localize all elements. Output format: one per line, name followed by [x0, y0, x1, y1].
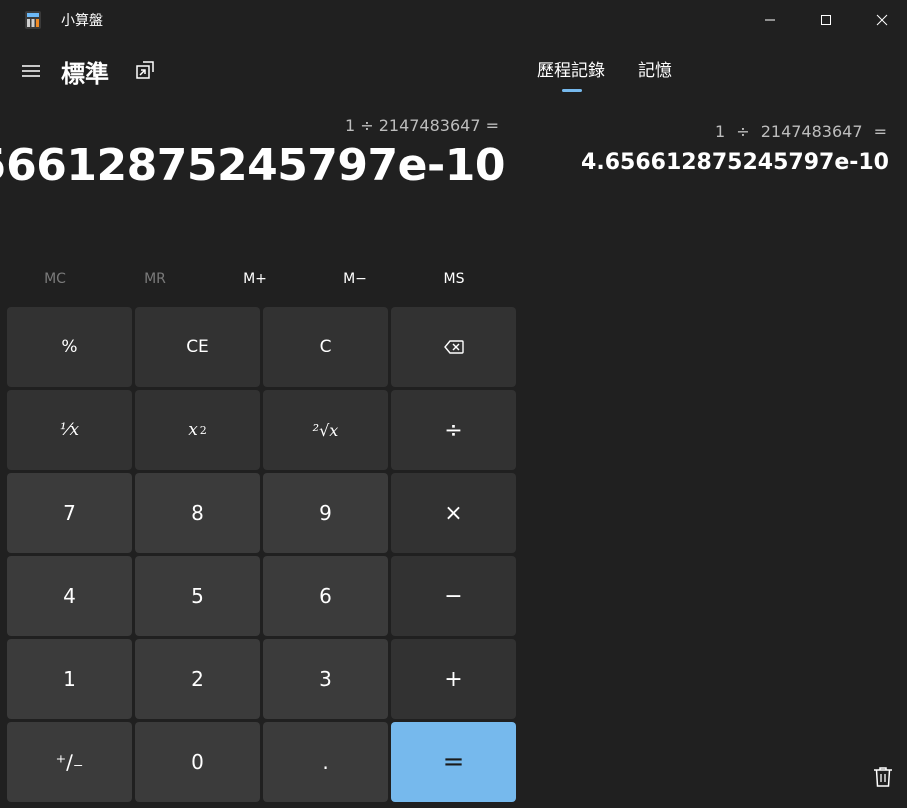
- close-button[interactable]: [854, 0, 907, 40]
- number-8-button[interactable]: 8: [135, 473, 260, 553]
- clear-button[interactable]: C: [263, 307, 388, 387]
- clear-entry-button[interactable]: CE: [135, 307, 260, 387]
- negate-button[interactable]: ⁺∕₋: [7, 722, 132, 802]
- square-base-label: x: [188, 420, 198, 440]
- square-button[interactable]: x2: [135, 390, 260, 470]
- mode-title: 標準: [61, 60, 109, 88]
- minus-button[interactable]: −: [391, 556, 516, 636]
- maximize-button[interactable]: [798, 0, 854, 40]
- active-tab-indicator: [562, 89, 582, 92]
- memory-store-button[interactable]: MS: [404, 262, 504, 296]
- keep-on-top-icon: [136, 61, 154, 79]
- hamburger-icon: [22, 65, 40, 77]
- number-1-button[interactable]: 1: [7, 639, 132, 719]
- navigation-menu-button[interactable]: [16, 56, 46, 86]
- minimize-icon: [765, 19, 775, 21]
- backspace-icon: [443, 340, 464, 354]
- history-item-expression[interactable]: 1 ÷ 2147483647 =: [715, 122, 887, 141]
- number-2-button[interactable]: 2: [135, 639, 260, 719]
- calculator-window: 小算盤 標準 1 ÷ 2147483647 = 4.65661287524579…: [0, 0, 907, 808]
- tab-memory[interactable]: 記憶: [638, 56, 672, 81]
- result-display: 4.656612875245797e-10: [0, 140, 506, 191]
- title-bar: 小算盤: [0, 0, 907, 40]
- number-4-button[interactable]: 4: [7, 556, 132, 636]
- memory-recall-button[interactable]: MR: [105, 262, 205, 296]
- memory-clear-button[interactable]: MC: [5, 262, 105, 296]
- square-exponent-label: 2: [199, 423, 207, 437]
- trash-icon: [874, 767, 892, 787]
- square-root-label: ²√x: [312, 420, 339, 440]
- number-3-button[interactable]: 3: [263, 639, 388, 719]
- divide-button[interactable]: ÷: [391, 390, 516, 470]
- reciprocal-label: ⅟x: [59, 420, 80, 440]
- reciprocal-button[interactable]: ⅟x: [7, 390, 132, 470]
- square-root-button[interactable]: ²√x: [263, 390, 388, 470]
- equals-button[interactable]: =: [391, 722, 516, 802]
- app-title: 小算盤: [61, 13, 103, 29]
- memory-add-button[interactable]: M+: [205, 262, 305, 296]
- number-7-button[interactable]: 7: [7, 473, 132, 553]
- maximize-icon: [821, 15, 831, 25]
- backspace-button[interactable]: [391, 307, 516, 387]
- history-item-result[interactable]: 4.656612875245797e-10: [581, 150, 889, 175]
- expression-display: 1 ÷ 2147483647 =: [344, 116, 499, 135]
- decimal-button[interactable]: .: [263, 722, 388, 802]
- number-6-button[interactable]: 6: [263, 556, 388, 636]
- clear-history-button[interactable]: [870, 764, 896, 790]
- multiply-button[interactable]: ×: [391, 473, 516, 553]
- memory-subtract-button[interactable]: M−: [305, 262, 405, 296]
- number-5-button[interactable]: 5: [135, 556, 260, 636]
- number-0-button[interactable]: 0: [135, 722, 260, 802]
- tab-history[interactable]: 歷程記錄: [537, 56, 605, 81]
- plus-button[interactable]: +: [391, 639, 516, 719]
- number-9-button[interactable]: 9: [263, 473, 388, 553]
- percent-button[interactable]: %: [7, 307, 132, 387]
- keep-on-top-button[interactable]: [131, 56, 159, 84]
- minimize-button[interactable]: [742, 0, 798, 40]
- close-icon: [876, 14, 888, 26]
- calculator-icon: [25, 11, 41, 29]
